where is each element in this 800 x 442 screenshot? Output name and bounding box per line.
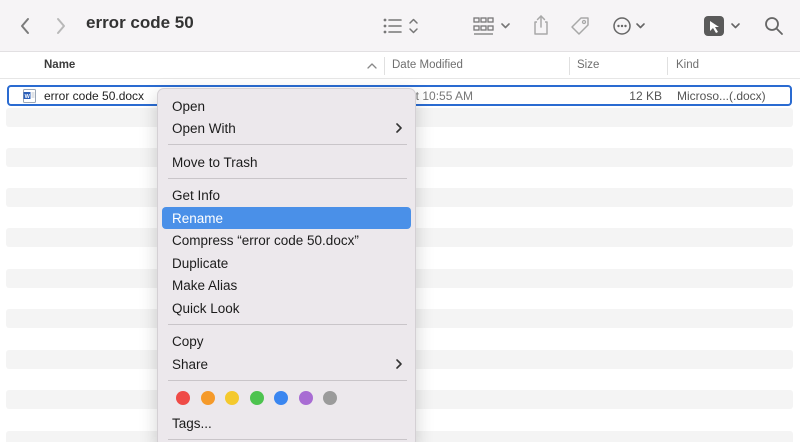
menu-item-label: Make Alias	[172, 277, 238, 293]
window-title: error code 50	[86, 13, 194, 32]
action-menu-button[interactable]	[610, 12, 652, 40]
menu-item-label: Copy	[172, 333, 204, 349]
group-view-button[interactable]	[472, 13, 514, 39]
menu-separator	[168, 439, 407, 440]
column-divider[interactable]	[569, 57, 570, 75]
menu-item-quick-look[interactable]: Quick Look	[162, 297, 411, 319]
column-header-date-modified[interactable]: Date Modified	[392, 53, 463, 79]
tag-color-orange[interactable]	[200, 391, 215, 405]
list-view-button[interactable]	[380, 13, 424, 39]
chevron-right-icon	[396, 123, 402, 133]
menu-item-label: Rename	[172, 210, 224, 226]
menu-separator	[168, 380, 407, 381]
menu-item-open-with[interactable]: Open With	[162, 117, 411, 139]
app-icon	[704, 16, 740, 36]
column-header-row: Name Date Modified Size Kind	[0, 53, 800, 79]
menu-item-label: Tags...	[172, 415, 212, 431]
menu-item-label: Open With	[172, 120, 236, 136]
menu-separator	[168, 324, 407, 325]
svg-text:W: W	[25, 94, 31, 100]
menu-separator	[168, 144, 407, 145]
file-size: 12 KB	[629, 89, 662, 103]
menu-item-compress[interactable]: Compress “error code 50.docx”	[162, 229, 411, 251]
sort-ascending-icon[interactable]	[366, 60, 378, 72]
menu-separator	[168, 178, 407, 179]
file-name: error code 50.docx	[44, 89, 145, 103]
menu-item-open[interactable]: Open	[162, 95, 411, 117]
forward-button[interactable]	[50, 14, 72, 38]
search-button[interactable]	[760, 12, 788, 40]
menu-item-label: Get Info	[172, 187, 221, 203]
word-document-icon: W	[23, 89, 36, 103]
app-menu-button[interactable]	[702, 12, 746, 40]
tag-button[interactable]	[566, 12, 594, 40]
share-button[interactable]	[528, 11, 554, 39]
menu-item-duplicate[interactable]: Duplicate	[162, 252, 411, 274]
menu-item-rename[interactable]: Rename	[162, 207, 411, 229]
share-icon	[534, 15, 548, 35]
column-divider[interactable]	[384, 57, 385, 75]
menu-item-share[interactable]: Share	[162, 353, 411, 375]
tag-icon	[571, 17, 589, 35]
tag-color-red[interactable]	[176, 391, 190, 405]
menu-item-label: Open	[172, 98, 206, 114]
chevron-left-icon	[21, 18, 29, 34]
column-header-size[interactable]: Size	[577, 53, 599, 79]
menu-item-tags[interactable]: Tags...	[162, 412, 411, 434]
menu-item-get-info[interactable]: Get Info	[162, 184, 411, 206]
ellipsis-icon	[613, 17, 645, 35]
tag-color-blue[interactable]	[274, 391, 288, 405]
tag-color-green[interactable]	[249, 391, 264, 405]
column-header-kind[interactable]: Kind	[676, 53, 699, 79]
column-header-name[interactable]: Name	[44, 53, 75, 79]
menu-item-label: Compress “error code 50.docx”	[172, 232, 359, 248]
chevron-right-icon	[57, 18, 65, 34]
menu-item-label: Move to Trash	[172, 154, 258, 170]
file-kind: Microso...(.docx)	[677, 89, 766, 103]
menu-item-make-alias[interactable]: Make Alias	[162, 274, 411, 296]
column-divider[interactable]	[667, 57, 668, 75]
grid-view-icon	[473, 17, 510, 35]
menu-item-label: Duplicate	[172, 255, 229, 271]
tag-color-gray[interactable]	[323, 391, 337, 405]
list-view-icon	[383, 18, 418, 34]
tag-color-purple[interactable]	[298, 391, 313, 405]
chevron-right-icon	[396, 359, 402, 369]
finder-toolbar: error code 50	[0, 0, 800, 52]
menu-item-label: Share	[172, 356, 209, 372]
tag-color-yellow[interactable]	[225, 391, 239, 405]
back-button[interactable]	[14, 14, 36, 38]
context-menu: Open Open With Move to Trash Get Info Re…	[157, 88, 416, 442]
menu-item-label: Quick Look	[172, 300, 240, 316]
menu-item-move-to-trash[interactable]: Move to Trash	[162, 151, 411, 173]
search-icon	[765, 17, 783, 35]
menu-item-copy[interactable]: Copy	[162, 330, 411, 352]
